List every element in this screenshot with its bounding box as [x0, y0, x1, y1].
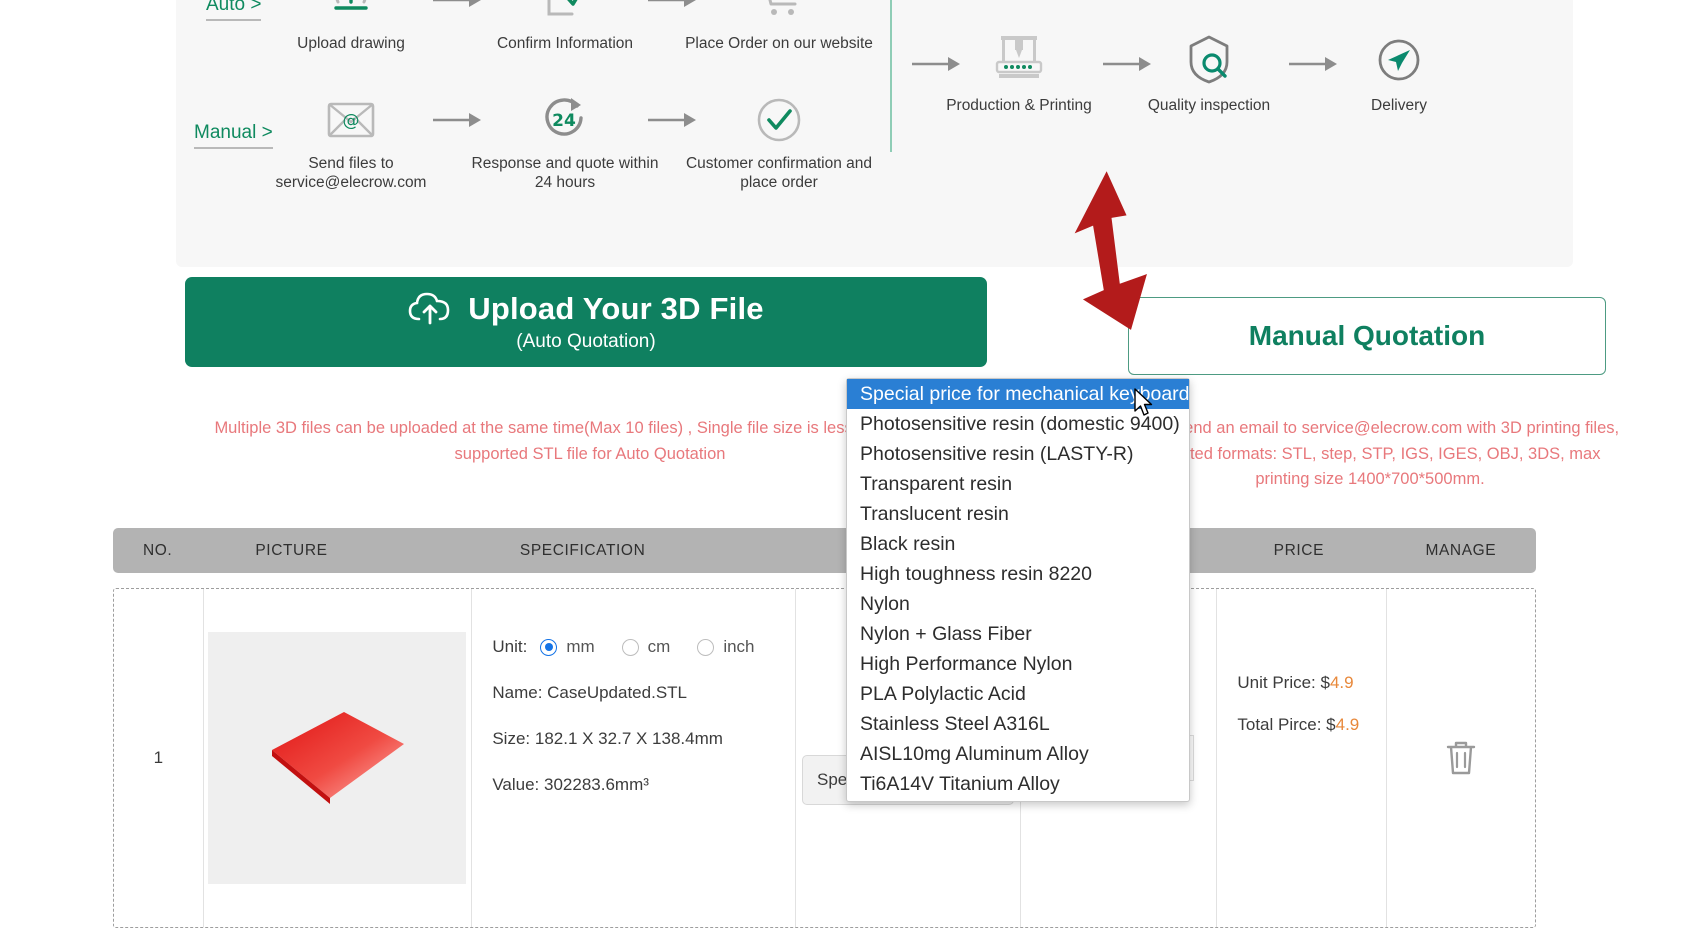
model-size-line: Size: 182.1 X 32.7 X 138.4mm	[492, 729, 723, 748]
checklist-icon	[470, 0, 660, 24]
annotation-arrow-icon	[1000, 165, 1160, 365]
printer-icon	[924, 32, 1114, 86]
cart-icon	[684, 0, 874, 24]
unit-radio-mm[interactable]	[540, 638, 558, 656]
table-header-specification: SPECIFICATION	[519, 541, 646, 559]
svg-text:@: @	[343, 111, 360, 131]
upload-3d-file-button[interactable]: Upload Your 3D File (Auto Quotation)	[185, 277, 987, 367]
cloud-upload-icon	[408, 291, 452, 327]
model-value-line: Value: 302283.6mm³	[492, 775, 649, 794]
dropdown-option[interactable]: AISL10mg Aluminum Alloy	[847, 739, 1189, 769]
dropdown-option[interactable]: High toughness resin 8220	[847, 559, 1189, 589]
dropdown-option[interactable]: Photosensitive resin (LASTY-R)	[847, 439, 1189, 469]
dropdown-option[interactable]: Nylon + Glass Fiber	[847, 619, 1189, 649]
upload-button-title: Upload Your 3D File	[468, 291, 764, 326]
unit-option-mm-label: mm	[566, 637, 595, 656]
total-price-value: 4.9	[1335, 715, 1360, 734]
table-header-picture: PICTURE	[255, 541, 328, 559]
plane-icon	[1304, 32, 1494, 86]
table-header-price: PRICE	[1273, 541, 1325, 559]
unit-radio-cm[interactable]	[621, 638, 639, 656]
unit-price-line: Unit Price: $4.9	[1237, 673, 1385, 693]
manual-quotation-button[interactable]: Manual Quotation	[1128, 297, 1606, 375]
unit-radio-group[interactable]: Unit: mm cm inch	[492, 637, 794, 657]
model-thumbnail[interactable]	[208, 632, 467, 884]
material-dropdown-list[interactable]: Special price for mechanical keyboard Ph…	[846, 378, 1190, 802]
flow-step-response-quote: 24 Response and quote within 24 hours	[470, 90, 660, 193]
total-price-label: Total Pirce: $	[1237, 715, 1336, 734]
unit-option-cm-label: cm	[647, 637, 671, 656]
table-header-manage: MANAGE	[1425, 541, 1497, 559]
svg-text:24: 24	[552, 111, 576, 131]
dropdown-option[interactable]: Translucent resin	[847, 499, 1189, 529]
unit-price-value: 4.9	[1329, 673, 1354, 692]
flow-divider	[890, 0, 892, 152]
flow-step-caption: Place Order on our website	[685, 35, 873, 52]
flow-step-send-files: @ Send files to service@elecrow.com	[256, 90, 446, 193]
flow-step-caption: Quality inspection	[1147, 97, 1271, 114]
upload-icon	[256, 0, 446, 24]
flow-step-place-order: Place Order on our website	[684, 0, 874, 53]
flow-step-confirm-information: Confirm Information	[470, 0, 660, 53]
flow-step-upload-drawing: Upload drawing	[256, 0, 446, 53]
flow-step-caption: Send files to service@elecrow.com	[275, 155, 427, 192]
dropdown-option[interactable]: Black resin	[847, 529, 1189, 559]
trash-icon[interactable]	[1444, 739, 1478, 777]
dropdown-option[interactable]: Transparent resin	[847, 469, 1189, 499]
total-price-line: Total Pirce: $4.9	[1237, 715, 1385, 735]
dropdown-option[interactable]: PLA Polylactic Acid	[847, 679, 1189, 709]
row-picture-cell	[202, 589, 472, 927]
unit-option-inch-label: inch	[723, 637, 755, 656]
table-header-no: NO.	[142, 541, 173, 559]
24h-icon: 24	[470, 90, 660, 144]
order-table-header: NO. PICTURE SPECIFICATION MATERIAL QTY P…	[113, 528, 1536, 573]
flow-auto-label[interactable]: Auto >	[206, 0, 262, 21]
flow-step-caption: Customer confirmation and place order	[685, 155, 873, 192]
dropdown-option[interactable]: Ti6A14V Titanium Alloy	[847, 769, 1189, 799]
unit-price-label: Unit Price: $	[1237, 673, 1330, 692]
process-flow-panel: Auto > Manual > Upload drawing Confirm I…	[176, 0, 1573, 267]
flow-step-delivery: Delivery	[1304, 32, 1494, 115]
manual-note-text: Please send an email to service@elecrow.…	[1120, 419, 1620, 489]
page-root: Auto > Manual > Upload drawing Confirm I…	[0, 0, 1701, 931]
unit-radio-inch[interactable]	[697, 638, 715, 656]
row-number: 1	[153, 748, 164, 767]
flow-step-caption: Response and quote within 24 hours	[471, 155, 659, 192]
flow-step-quality-inspection: Quality inspection	[1114, 32, 1304, 115]
email-icon: @	[256, 90, 446, 144]
row-specification-cell: Unit: mm cm inch Name: CaseUpdated.STL S…	[471, 589, 794, 927]
model-name-line: Name: CaseUpdated.STL	[492, 683, 687, 702]
dropdown-option[interactable]: Stainless Steel A316L	[847, 709, 1189, 739]
manual-quotation-label: Manual Quotation	[1248, 320, 1486, 351]
table-row: 1 Unit: mm cm inch Name: CaseUpdated.STL…	[113, 588, 1536, 928]
row-price-cell: Unit Price: $4.9 Total Pirce: $4.9	[1216, 589, 1385, 927]
flow-step-customer-confirmation: Customer confirmation and place order	[684, 90, 874, 193]
row-manage-cell	[1385, 589, 1535, 927]
dropdown-option[interactable]: High Performance Nylon	[847, 649, 1189, 679]
dropdown-option[interactable]: Nylon	[847, 589, 1189, 619]
flow-step-caption: Confirm Information	[496, 35, 634, 52]
unit-label: Unit:	[492, 637, 528, 656]
flow-step-caption: Production & Printing	[946, 97, 1092, 114]
flow-step-caption: Upload drawing	[297, 35, 405, 52]
shield-search-icon	[1114, 32, 1304, 86]
flow-step-production-printing: Production & Printing	[924, 32, 1114, 115]
flow-step-caption: Delivery	[1371, 97, 1427, 114]
mouse-cursor-icon	[1133, 388, 1155, 420]
upload-button-subtitle: (Auto Quotation)	[516, 331, 656, 352]
check-circle-icon	[684, 90, 874, 144]
